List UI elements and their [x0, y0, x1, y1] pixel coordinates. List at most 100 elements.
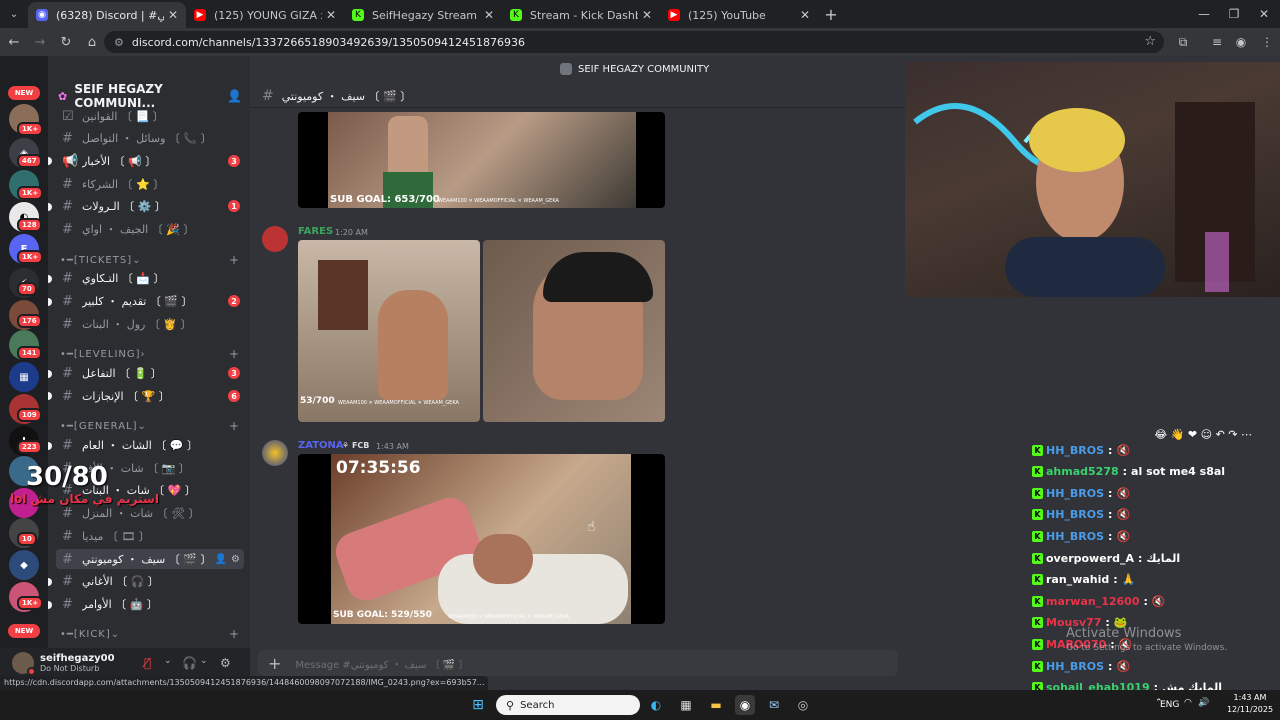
channel-settings-gear-icon[interactable]: ⚙: [231, 554, 240, 565]
profile-avatar-icon[interactable]: ◉: [1228, 28, 1254, 56]
obs-icon[interactable]: ◎: [793, 695, 813, 715]
server-tag-label: FCB: [351, 441, 370, 450]
video-attachment[interactable]: 53/700 WEAAM100 ✕ WEAAMOFFICIAL ✕ WEAAM_…: [298, 240, 480, 422]
wifi-icon[interactable]: ◠: [1184, 698, 1192, 708]
video-attachment[interactable]: 07:35:56 SUB GOAL: 529/550 WEAAM100 ✕ WE…: [298, 454, 665, 624]
headphones-icon[interactable]: 🎧: [182, 656, 197, 670]
create-channel-icon[interactable]: +: [229, 253, 240, 267]
close-tab-icon[interactable]: ✕: [168, 8, 178, 22]
channel-girls-role[interactable]: # رول ・ البنات 〔 👸 〕: [56, 314, 244, 334]
new-unreads-pill[interactable]: NEW: [8, 624, 40, 638]
create-channel-icon[interactable]: +: [229, 419, 240, 433]
category-leveling[interactable]: •━[LEVELING]› +: [56, 346, 244, 362]
channel-achievements[interactable]: # الإنجازات 〔 🏆 〕 6: [56, 386, 244, 406]
new-unreads-pill[interactable]: NEW: [8, 86, 40, 100]
new-tab-icon[interactable]: +: [818, 5, 844, 24]
language-indicator[interactable]: ENG: [1160, 700, 1179, 710]
forward-icon[interactable]: ↷: [1228, 428, 1237, 441]
channel-interaction[interactable]: # التفاعل 〔 🔋 〕 3: [56, 363, 244, 383]
file-explorer-icon[interactable]: ▬: [706, 695, 726, 715]
channel-partners[interactable]: # الشركاء 〔 ⭐ 〕: [56, 174, 244, 194]
forward-icon[interactable]: →: [28, 30, 52, 54]
channel-home-chat[interactable]: # شات ・ المنزل 〔 🛠 〕: [56, 503, 244, 523]
close-tab-icon[interactable]: ✕: [800, 8, 810, 22]
message-composer[interactable]: + Message #سيف ・ كوميونتي 〔 🎬 〕: [258, 650, 898, 676]
create-channel-icon[interactable]: +: [229, 627, 240, 641]
reload-icon[interactable]: ↻: [54, 30, 78, 54]
store-icon[interactable]: ▦: [676, 695, 696, 715]
kick-badge-icon: K: [1032, 574, 1043, 586]
avatar[interactable]: [262, 440, 288, 466]
home-icon[interactable]: ⌂: [80, 30, 104, 54]
channel-links[interactable]: # وسائل ・ التواصل 〔 📞 〕: [56, 128, 244, 148]
chrome-icon[interactable]: ◉: [735, 695, 755, 715]
sub-goal-label: SUB GOAL: 529/550: [333, 610, 432, 620]
channel-clip-submit[interactable]: # تقديم ・ كلبير 〔 🎬 〕 2: [56, 291, 244, 311]
mute-mic-icon[interactable]: 🎙̸: [144, 656, 151, 670]
chevron-down-icon[interactable]: ⌄: [164, 656, 172, 666]
message-author[interactable]: ZATONA: [298, 440, 344, 451]
close-window-icon[interactable]: ✕: [1246, 0, 1280, 28]
close-tab-icon[interactable]: ✕: [642, 8, 652, 22]
close-tab-icon[interactable]: ✕: [326, 8, 336, 22]
video-attachment[interactable]: SUB GOAL: 653/700 WEAAM100 ✕ WEAAMOFFICI…: [298, 112, 665, 208]
channel-giveaway[interactable]: # الجيف ・ اواي 〔 🎉 〕: [56, 219, 244, 239]
kick-favicon-icon: K: [510, 9, 522, 21]
taskbar-clock[interactable]: 1:43 AM 12/11/2025: [1222, 692, 1278, 716]
browser-tab[interactable]: ▶ (125) YOUNG GIZA x @dokham ✕: [186, 2, 344, 28]
media-controls-icon[interactable]: ≡: [1204, 28, 1230, 56]
separator: :: [1113, 573, 1118, 587]
user-settings-gear-icon[interactable]: ⚙: [220, 656, 231, 670]
chevron-down-icon[interactable]: ⌄: [200, 656, 208, 666]
channel-news[interactable]: 📢 الأخبار 〔 📢 〕 3: [56, 151, 244, 171]
channel-songs[interactable]: # الأغاني 〔 🎧 〕: [56, 571, 244, 591]
server-icon[interactable]: ▦: [9, 362, 39, 392]
more-options-icon[interactable]: ⋯: [1241, 428, 1252, 441]
laugh-emoji-icon[interactable]: 😂: [1154, 428, 1167, 441]
tab-search-icon[interactable]: ⌄: [0, 0, 28, 28]
browser-tab[interactable]: K SeifHegazy Stream - Watch Live ✕: [344, 2, 502, 28]
fire-emoji-icon[interactable]: 👋: [1171, 428, 1185, 441]
browser-tab[interactable]: K Stream - Kick Dashboard ✕: [502, 2, 660, 28]
app-icon[interactable]: ✉: [764, 695, 784, 715]
category-general[interactable]: •━[GENERAL]⌄ +: [56, 418, 244, 434]
taskbar-search[interactable]: ⚲ Search: [496, 695, 640, 715]
reply-icon[interactable]: ↶: [1216, 428, 1225, 441]
edge-browser-icon[interactable]: ◐: [646, 695, 666, 715]
category-kick[interactable]: •━[KICK]⌄ +: [56, 626, 244, 642]
category-tickets[interactable]: •━[TICKETS]⌄ +: [56, 252, 244, 268]
video-attachment[interactable]: [483, 240, 665, 422]
channel-complaints[interactable]: # التـكاوي 〔 📩 〕: [56, 268, 244, 288]
invite-icon[interactable]: 👤: [215, 554, 227, 565]
channel-general-chat[interactable]: # الشات ・ العام 〔 💬 〕: [56, 435, 244, 455]
windows-start-icon[interactable]: ⊞: [468, 695, 488, 715]
channel-seif-community[interactable]: # سيف ・ كوميونتي 〔 🎬 〕 👤 ⚙: [56, 549, 244, 569]
add-reaction-icon[interactable]: ☺: [1201, 428, 1212, 441]
bookmark-star-icon[interactable]: ☆: [1144, 34, 1156, 49]
search-label: Search: [520, 699, 555, 711]
channel-roles[interactable]: # الـرولات 〔 ⚙️ 〕 1: [56, 196, 244, 216]
volume-icon[interactable]: 🔊: [1198, 698, 1209, 708]
avatar[interactable]: [12, 652, 36, 676]
back-icon[interactable]: ←: [2, 30, 26, 54]
create-channel-icon[interactable]: +: [229, 347, 240, 361]
menu-kebab-icon[interactable]: ⋮: [1254, 28, 1280, 56]
invite-people-icon[interactable]: 👤: [227, 89, 242, 103]
channel-media[interactable]: # ميديا 〔 🎞 〕: [56, 526, 244, 546]
avatar[interactable]: [262, 226, 288, 252]
heart-emoji-icon[interactable]: ❤: [1188, 428, 1197, 441]
add-attachment-icon[interactable]: +: [268, 654, 281, 673]
site-info-icon[interactable]: ⚙: [114, 36, 124, 49]
extensions-icon[interactable]: ⧉: [1170, 28, 1196, 56]
address-bar[interactable]: ⚙ discord.com/channels/13372665189034926…: [104, 31, 1164, 53]
channel-commands[interactable]: # الأوامر 〔 🤖 〕: [56, 594, 244, 614]
close-tab-icon[interactable]: ✕: [484, 8, 494, 22]
server-header[interactable]: ✿ SEIF HEGAZY COMMUNI... ⌄ 👤: [48, 82, 250, 110]
channel-rules[interactable]: ☑ القوانين 〔 📃 〕: [56, 106, 244, 126]
browser-tab[interactable]: ◉ (6328) Discord | #سيف・كوميونتي | SEIF …: [28, 2, 186, 28]
message-author[interactable]: FARES: [298, 226, 333, 237]
server-icon[interactable]: ◆: [9, 550, 39, 580]
channel-label: الأغاني 〔 🎧 〕: [82, 575, 159, 588]
user-info[interactable]: seifhegazy00 Do Not Disturb: [40, 653, 115, 673]
browser-tab[interactable]: ▶ (125) YouTube ✕: [660, 2, 818, 28]
